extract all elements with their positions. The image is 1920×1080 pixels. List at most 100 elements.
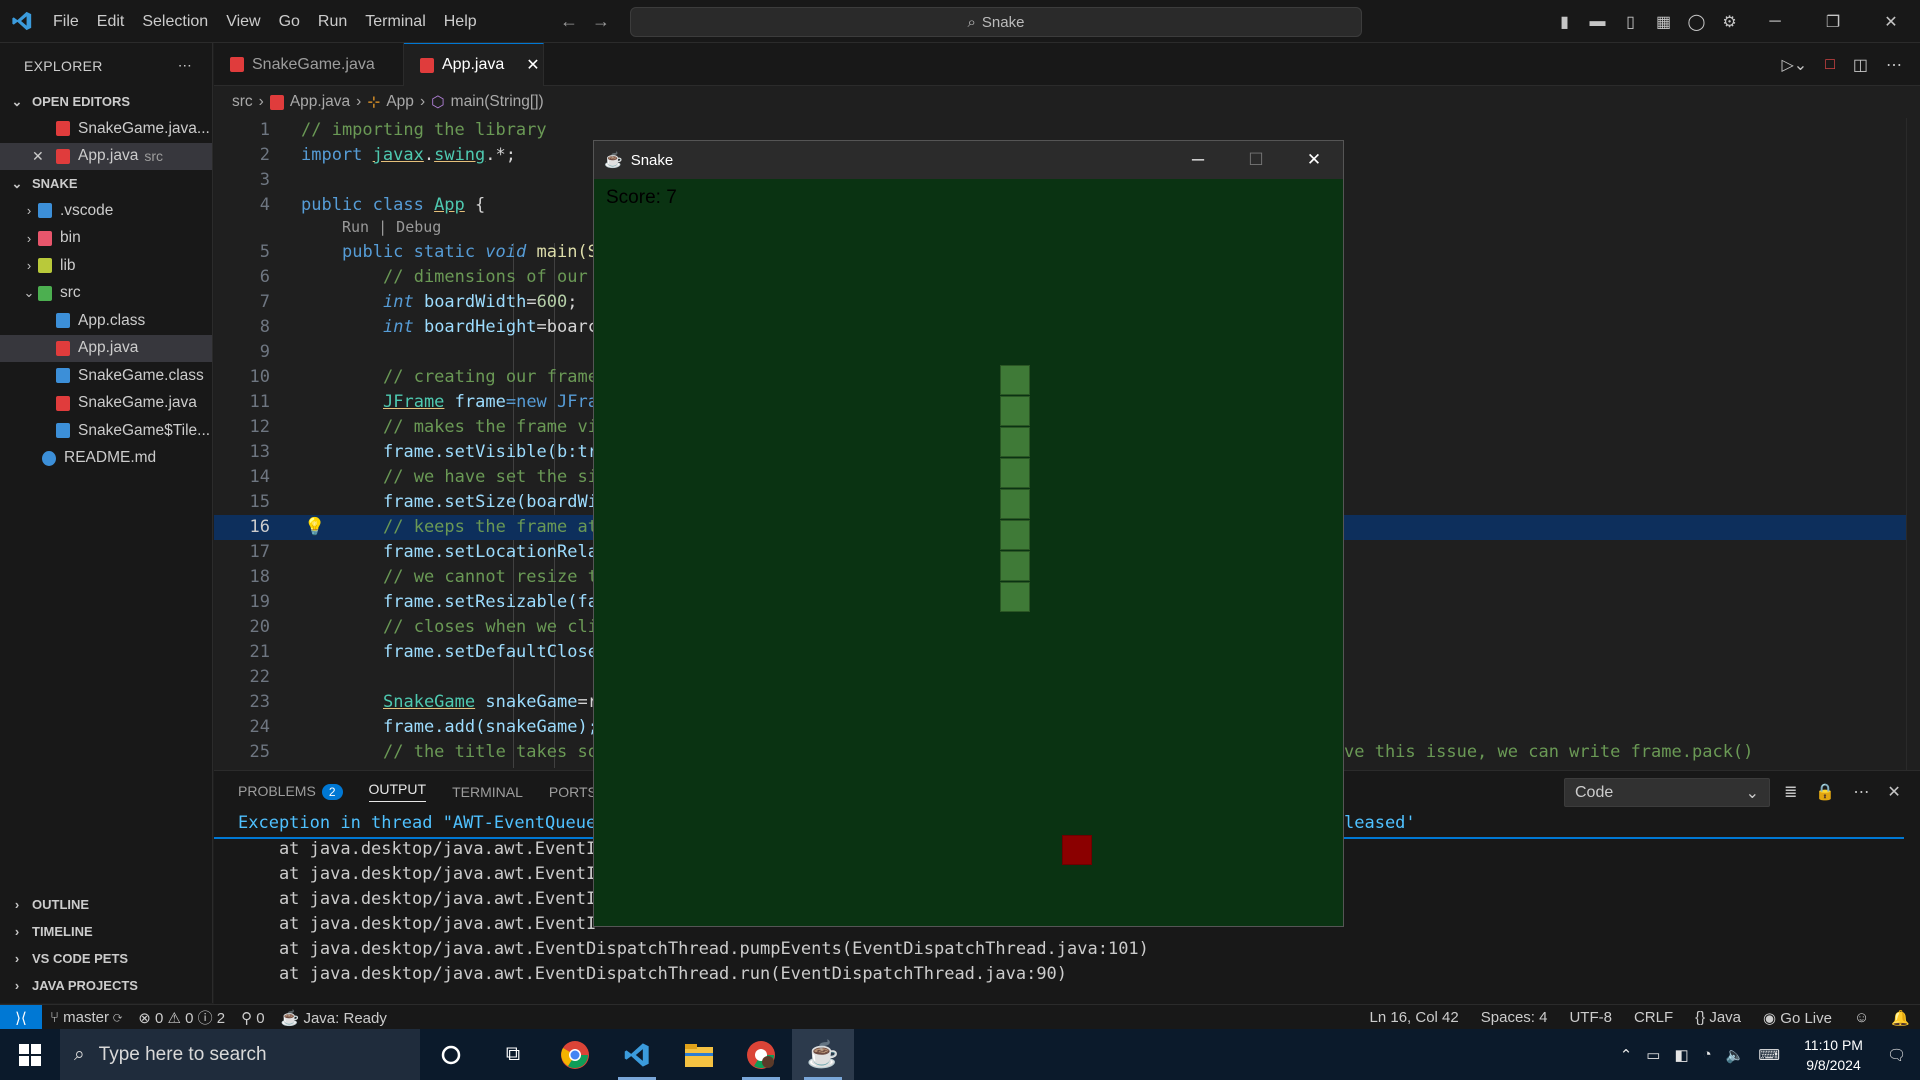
breadcrumb-file[interactable]: App.java — [290, 93, 350, 111]
remote-icon[interactable]: ⟩⟨ — [0, 1005, 42, 1030]
tree-file-app-class[interactable]: App.class — [0, 307, 212, 335]
open-editors-section[interactable]: ⌄ OPEN EDITORS — [0, 88, 212, 115]
tree-folder-src[interactable]: ⌄ src — [0, 280, 212, 308]
search-icon: ⌕ — [967, 13, 976, 31]
game-board[interactable]: Score: 7 — [594, 179, 1343, 926]
tab-ports[interactable]: PORTS — [549, 784, 597, 800]
cortana-icon[interactable] — [420, 1029, 482, 1080]
language-mode[interactable]: {} Java — [1695, 1009, 1741, 1026]
indentation[interactable]: Spaces: 4 — [1481, 1009, 1548, 1026]
go-live-button[interactable]: ◉ Go Live — [1763, 1009, 1832, 1027]
menu-terminal[interactable]: Terminal — [356, 0, 434, 43]
chrome-profile-icon[interactable] — [730, 1029, 792, 1080]
menu-go[interactable]: Go — [270, 0, 309, 43]
outline-section[interactable]: › OUTLINE — [0, 891, 213, 918]
encoding[interactable]: UTF-8 — [1569, 1009, 1612, 1026]
chevron-right-icon: › — [419, 93, 426, 110]
notification-center-icon[interactable]: 🗨 — [1887, 1046, 1906, 1064]
editor-scrollbar[interactable] — [1906, 118, 1920, 770]
run-icon[interactable]: ▷⌄ — [1781, 55, 1807, 75]
toggle-panel-icon[interactable]: ▬ — [1581, 13, 1614, 31]
toggle-secondary-sidebar-icon[interactable]: ▯ — [1614, 12, 1647, 32]
menu-edit[interactable]: Edit — [88, 0, 134, 43]
workspace-section[interactable]: ⌄ SNAKE — [0, 170, 212, 197]
end-of-line[interactable]: CRLF — [1634, 1009, 1673, 1026]
tray-chevron-icon[interactable]: ⌃ — [1620, 1046, 1633, 1064]
chrome-icon[interactable] — [544, 1029, 606, 1080]
menu-file[interactable]: File — [44, 0, 88, 43]
more-actions-icon[interactable]: ⋯ — [1853, 782, 1869, 802]
lightbulb-icon[interactable]: 💡 — [304, 515, 325, 540]
forward-arrow-icon[interactable]: → — [592, 11, 610, 32]
tree-folder-lib[interactable]: › lib — [0, 252, 212, 280]
tree-folder-vscode[interactable]: › .vscode — [0, 197, 212, 225]
vscode-taskbar-icon[interactable] — [606, 1029, 668, 1080]
menu-help[interactable]: Help — [435, 0, 486, 43]
tab-problems[interactable]: PROBLEMS 2 — [238, 783, 343, 800]
meet-icon[interactable]: ◧ — [1674, 1046, 1688, 1064]
close-icon[interactable]: ✕ — [32, 148, 48, 165]
snake-game-window[interactable]: ☕ Snake ─ ☐ ✕ Score: 7 — [593, 140, 1344, 927]
open-editor-item[interactable]: SnakeGame.java... — [0, 115, 212, 143]
problems-status[interactable]: ⊗ 0 ⚠ 0 ⓘ 2 — [138, 1007, 225, 1028]
close-icon[interactable]: ✕ — [1285, 141, 1343, 179]
open-editor-item[interactable]: ✕ App.java src — [0, 142, 212, 170]
tree-file-snakegame-class[interactable]: SnakeGame.class — [0, 362, 212, 390]
cursor-position[interactable]: Ln 16, Col 42 — [1370, 1009, 1459, 1026]
notifications-icon[interactable]: 🔔 — [1891, 1009, 1910, 1027]
toggle-sidebar-icon[interactable]: ▮ — [1548, 12, 1581, 32]
tree-folder-bin[interactable]: › bin — [0, 225, 212, 253]
restore-icon[interactable]: ❐ — [1804, 0, 1862, 43]
more-actions-icon[interactable]: ⋯ — [178, 57, 192, 74]
wifi-icon[interactable]: ◔ — [1703, 1046, 1712, 1063]
output-channel-select[interactable]: Code ⌄ — [1564, 778, 1770, 807]
close-icon[interactable]: ✕ — [526, 55, 539, 75]
close-icon[interactable]: ✕ — [1887, 782, 1900, 802]
clock[interactable]: 11:10 PM 9/8/2024 — [1804, 1035, 1863, 1075]
more-actions-icon[interactable]: ⋯ — [1886, 55, 1902, 75]
stop-icon[interactable]: □ — [1825, 56, 1835, 74]
split-editor-icon[interactable]: ◫ — [1853, 55, 1868, 75]
customize-layout-icon[interactable]: ▦ — [1647, 12, 1680, 32]
task-view-icon[interactable]: ⧉ — [482, 1029, 544, 1080]
battery-icon[interactable]: ▭ — [1646, 1046, 1660, 1064]
ports-status[interactable]: ⚲ 0 — [241, 1009, 265, 1027]
command-center-search[interactable]: ⌕ Snake — [630, 7, 1362, 37]
windows-start-icon[interactable] — [0, 1029, 60, 1080]
java-projects-section[interactable]: › JAVA PROJECTS — [0, 972, 213, 999]
folder-icon — [38, 285, 52, 301]
tree-file-snakegame-java[interactable]: SnakeGame.java — [0, 390, 212, 418]
copilot-icon[interactable]: ☺ — [1854, 1009, 1869, 1026]
lock-icon[interactable]: 🔒 — [1815, 782, 1835, 802]
back-arrow-icon[interactable]: ← — [560, 11, 578, 32]
tree-file-snakegame-tile[interactable]: SnakeGame$Tile... — [0, 417, 212, 445]
tab-terminal[interactable]: TERMINAL — [452, 784, 523, 800]
breadcrumb-method[interactable]: main(String[]) — [451, 93, 544, 111]
tree-file-app-java[interactable]: App.java — [0, 334, 212, 362]
menu-selection[interactable]: Selection — [133, 0, 217, 43]
keyboard-icon[interactable]: ⌨ — [1758, 1046, 1780, 1064]
breadcrumb-folder[interactable]: src — [232, 93, 253, 111]
tab-app-java[interactable]: App.java ✕ — [404, 43, 544, 86]
gear-icon[interactable]: ⚙ — [1713, 12, 1746, 32]
timeline-section[interactable]: › TIMELINE — [0, 918, 213, 945]
file-explorer-icon[interactable] — [668, 1029, 730, 1080]
tab-output[interactable]: OUTPUT — [368, 781, 427, 802]
taskbar-search[interactable]: ⌕ Type here to search — [60, 1029, 420, 1080]
close-icon[interactable]: ✕ — [1862, 0, 1920, 43]
account-icon[interactable]: ◯ — [1680, 12, 1713, 32]
java-app-icon[interactable]: ☕ — [792, 1029, 854, 1080]
menu-run[interactable]: Run — [309, 0, 356, 43]
volume-icon[interactable]: 🔈 — [1726, 1046, 1745, 1064]
vscode-pets-section[interactable]: › VS CODE PETS — [0, 945, 213, 972]
codelens-run-debug[interactable]: Run | Debug — [342, 218, 441, 236]
java-status[interactable]: ☕ Java: Ready — [281, 1009, 387, 1027]
tree-file-readme[interactable]: README.md — [0, 445, 212, 473]
tab-snakegame-java[interactable]: SnakeGame.java — [214, 43, 404, 86]
minimize-icon[interactable]: ─ — [1169, 141, 1227, 179]
breadcrumb-class[interactable]: App — [386, 93, 414, 111]
minimize-icon[interactable]: ─ — [1746, 0, 1804, 43]
word-wrap-icon[interactable]: ≣ — [1784, 782, 1797, 802]
menu-view[interactable]: View — [217, 0, 269, 43]
branch-status[interactable]: ⑂ master ⟳ — [50, 1009, 122, 1026]
